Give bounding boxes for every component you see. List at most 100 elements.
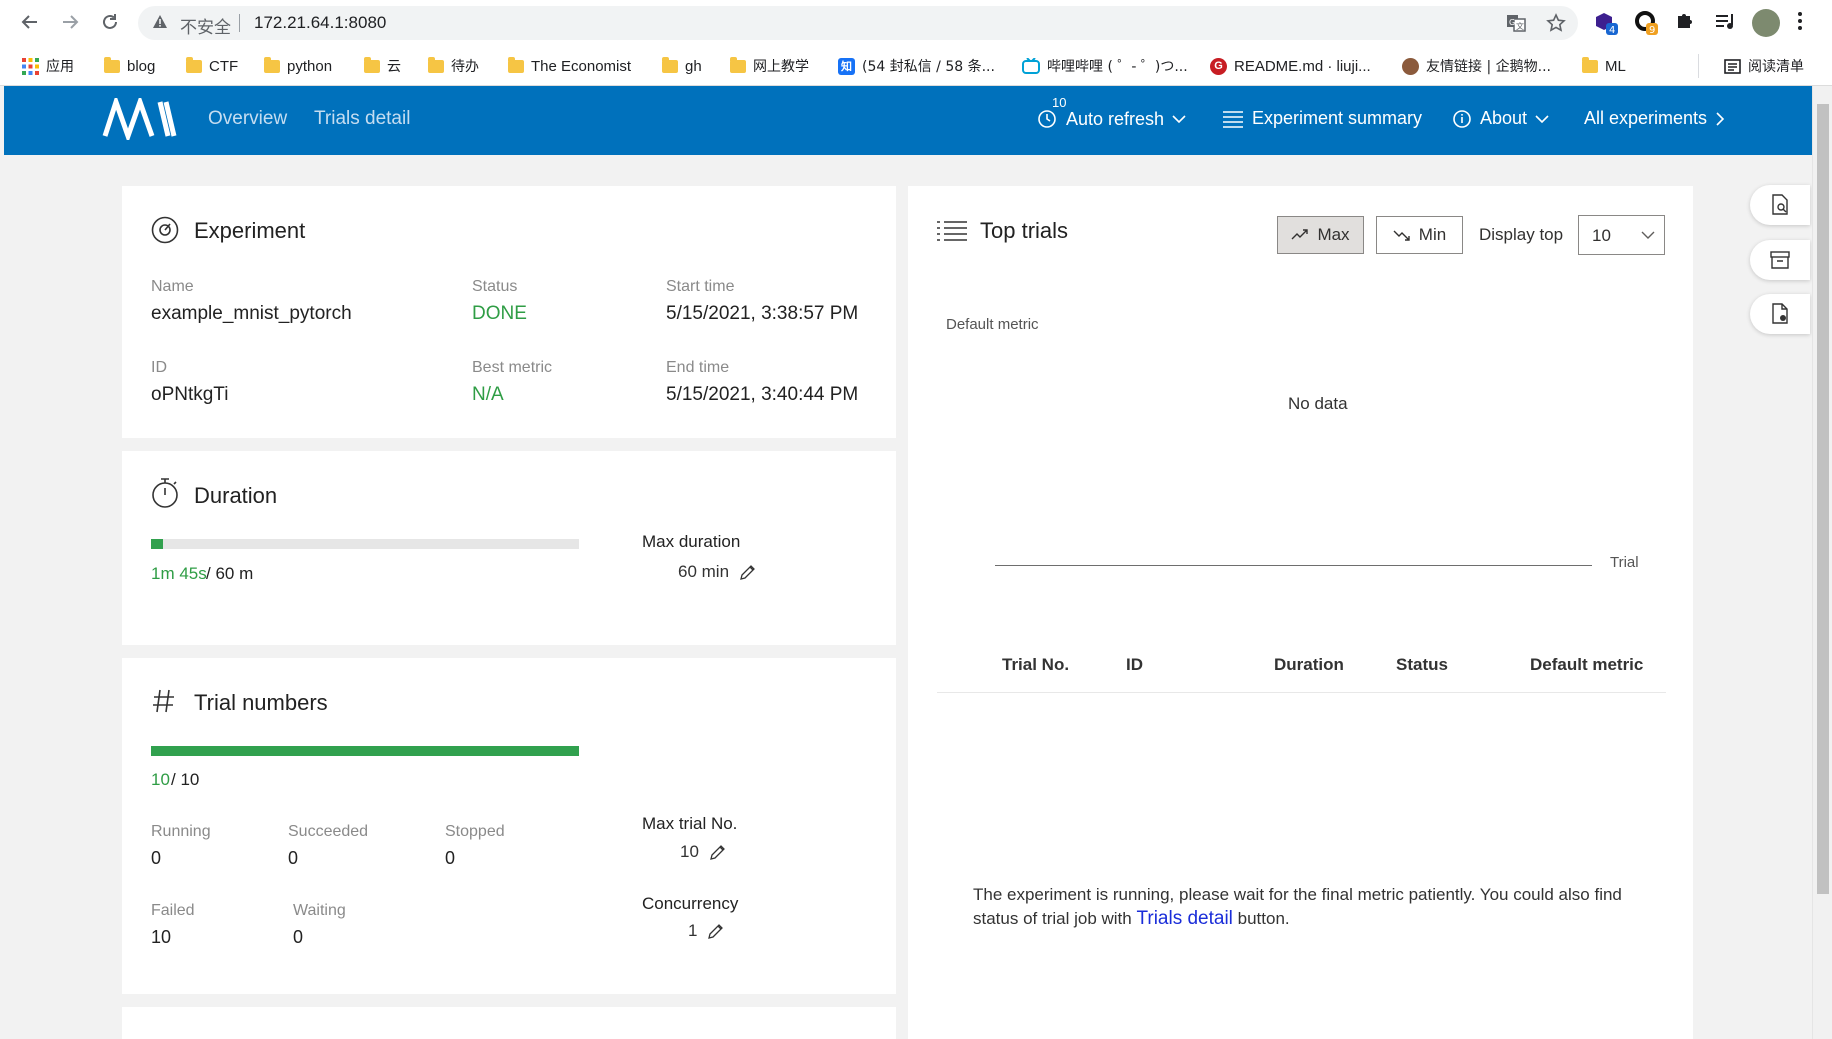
start-time-value: 5/15/2021, 3:38:57 PM	[666, 303, 859, 324]
bookmark-zhihu[interactable]: 知 (54 封私信 / 58 条...	[838, 46, 995, 86]
id-label: ID	[151, 359, 167, 376]
experiment-summary-label: Experiment summary	[1252, 108, 1423, 128]
bookmark-label: 网上教学	[753, 59, 809, 75]
column-header-duration[interactable]: Duration	[1274, 655, 1344, 675]
penguin-icon	[1402, 57, 1419, 75]
bookmark-label: gh	[685, 57, 702, 75]
waiting-label: Waiting	[293, 902, 346, 919]
stopwatch-icon	[152, 478, 178, 508]
document-icon	[1772, 303, 1788, 324]
best-metric-label: Best metric	[472, 359, 553, 376]
all-experiments-link[interactable]: All experiments	[1584, 108, 1725, 129]
about-label: About	[1480, 108, 1528, 128]
start-time-label: Start time	[666, 278, 735, 295]
nni-logo[interactable]	[102, 98, 180, 140]
status-label: Status	[472, 278, 518, 295]
bookmark-label: (54 封私信 / 58 条...	[862, 59, 995, 75]
table-header-divider	[937, 692, 1666, 693]
side-tab-search-log[interactable]	[1750, 185, 1810, 225]
extension-hex-icon[interactable]: 4	[1594, 10, 1620, 36]
trials-detail-link[interactable]: Trials detail	[1136, 908, 1232, 929]
reload-icon[interactable]	[96, 8, 124, 36]
top-trials-title: Top trials	[980, 218, 1069, 243]
edit-pencil-icon[interactable]	[706, 923, 724, 941]
succeeded-value: 0	[288, 848, 299, 868]
bookmark-ml[interactable]: ML	[1582, 46, 1626, 86]
max-duration-label: Max duration	[642, 532, 741, 551]
chart-x-label: Trial	[1610, 554, 1639, 571]
column-header-id[interactable]: ID	[1126, 655, 1143, 675]
trials-progress-fill	[151, 746, 579, 756]
running-message-text: The experiment is running, please wait f…	[973, 885, 1622, 928]
bookmark-label: 待办	[451, 59, 479, 75]
id-value: oPNtkgTi	[151, 384, 229, 405]
bookmark-economist[interactable]: The Economist	[508, 46, 631, 86]
duration-card: Duration 1m 45s / 60 m Max duration 60 m…	[122, 451, 896, 645]
url-text[interactable]: 172.21.64.1:8080	[254, 13, 386, 33]
name-label: Name	[151, 278, 194, 295]
forward-icon[interactable]	[56, 8, 84, 36]
bookmark-friend-links[interactable]: 友情链接 | 企鹅物...	[1402, 46, 1551, 86]
folder-icon	[186, 56, 202, 73]
experiment-summary-button[interactable]: Experiment summary	[1222, 108, 1422, 129]
column-header-status[interactable]: Status	[1396, 655, 1448, 675]
svg-text:G: G	[1509, 18, 1515, 27]
bookmark-cloud[interactable]: 云	[364, 46, 401, 86]
all-experiments-label: All experiments	[1584, 108, 1708, 128]
nav-overview[interactable]: Overview	[208, 108, 287, 130]
browser-menu-icon[interactable]	[1797, 10, 1823, 36]
max-duration-edit[interactable]: 60 min	[678, 562, 756, 582]
max-duration-value: 60 min	[678, 562, 730, 581]
scrollbar-thumb[interactable]	[1817, 104, 1829, 894]
address-bar[interactable]: 不安全 172.21.64.1:8080 G文	[138, 6, 1578, 40]
folder-icon	[730, 56, 746, 73]
bookmark-bilibili[interactable]: 哔哩哔哩 ( ゜- ゜)つ...	[1022, 46, 1188, 86]
nav-trials-detail[interactable]: Trials detail	[314, 108, 410, 130]
media-queue-icon[interactable]	[1714, 10, 1740, 36]
trend-down-icon	[1393, 230, 1410, 241]
reading-list[interactable]: 阅读清单	[1724, 46, 1804, 86]
star-icon[interactable]	[1546, 13, 1566, 33]
auto-refresh-menu[interactable]: Auto refresh	[1036, 108, 1186, 130]
name-value: example_mnist_pytorch	[151, 303, 352, 324]
side-tab-archive[interactable]	[1750, 240, 1810, 280]
folder-icon	[428, 56, 444, 73]
bookmark-online-teaching[interactable]: 网上教学	[730, 46, 809, 86]
bookmark-readme[interactable]: G README.md · liuji...	[1210, 46, 1371, 86]
concurrency-edit[interactable]: 1	[688, 921, 724, 941]
bookmark-python[interactable]: python	[264, 46, 332, 86]
list-icon	[1223, 110, 1243, 128]
folder-icon	[104, 56, 120, 73]
edit-pencil-icon[interactable]	[738, 564, 756, 582]
info-icon	[1453, 109, 1471, 128]
stopped-label: Stopped	[445, 823, 505, 840]
display-top-dropdown[interactable]: 10	[1578, 215, 1665, 255]
bookmark-ctf[interactable]: CTF	[186, 46, 238, 86]
puzzle-icon[interactable]	[1674, 10, 1700, 36]
trend-up-icon	[1291, 229, 1309, 240]
max-button-label: Max	[1317, 225, 1350, 244]
page-scrollbar[interactable]	[1812, 86, 1832, 1039]
side-tab-document[interactable]	[1750, 294, 1810, 334]
max-trial-edit[interactable]: 10	[680, 842, 726, 862]
extension-ring-icon[interactable]: 9	[1634, 10, 1660, 36]
column-header-default-metric[interactable]: Default metric	[1530, 655, 1643, 675]
bookmark-blog[interactable]: blog	[104, 46, 155, 86]
max-button[interactable]: Max	[1277, 216, 1364, 254]
back-icon[interactable]	[16, 8, 44, 36]
folder-icon	[1582, 56, 1598, 73]
omnibox-divider	[239, 14, 240, 32]
min-button[interactable]: Min	[1376, 216, 1463, 254]
column-header-trial-no[interactable]: Trial No.	[1002, 655, 1069, 675]
translate-icon[interactable]: G文	[1506, 13, 1526, 33]
about-menu[interactable]: About	[1452, 108, 1549, 129]
trials-progress-bar	[151, 746, 579, 756]
reading-list-icon	[1724, 58, 1741, 74]
profile-avatar[interactable]	[1752, 9, 1780, 37]
extension-badge-1: 4	[1609, 25, 1615, 36]
bookmark-todo[interactable]: 待办	[428, 46, 479, 86]
edit-pencil-icon[interactable]	[708, 844, 726, 862]
max-trial-label: Max trial No.	[642, 814, 738, 833]
bookmark-apps[interactable]: 应用	[22, 46, 74, 86]
bookmark-gh[interactable]: gh	[662, 46, 702, 86]
